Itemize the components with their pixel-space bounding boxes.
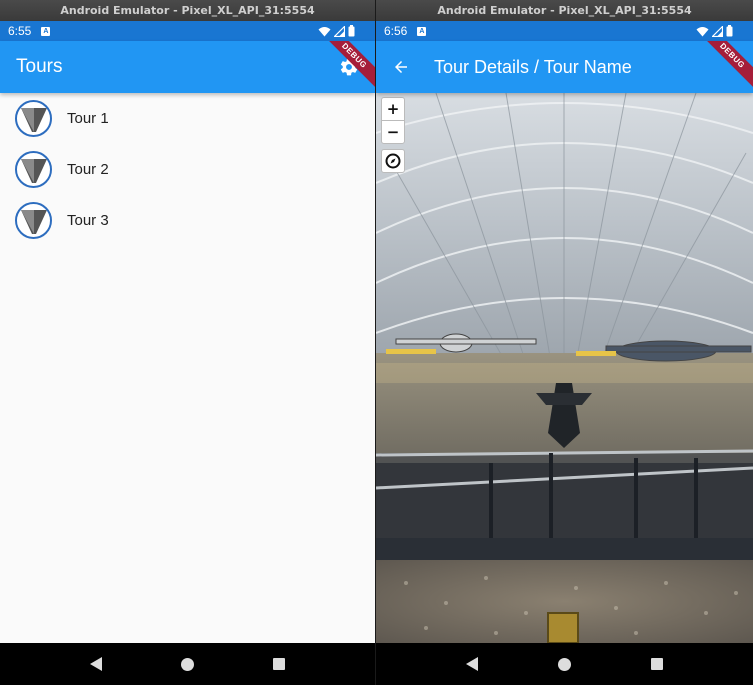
tour-avatar [15,202,52,239]
status-time: 6:55 [8,24,32,38]
status-icons [318,25,355,37]
tour-avatar [15,151,52,188]
list-item[interactable]: Tour 1 [0,93,375,144]
page-title: Tours [16,56,63,77]
v-logo-icon [18,205,49,236]
nav-recents-button[interactable] [271,656,287,672]
compass-icon [385,153,401,169]
v-logo-icon [18,103,49,134]
tour-label: Tour 1 [67,110,109,127]
square-recents-icon [273,658,286,670]
emulator-window-tour-details: Android Emulator - Pixel_XL_API_31:5554 … [376,0,753,685]
nav-home-button[interactable] [179,656,195,672]
status-bar: 6:56 A [376,21,753,41]
notification-icon: A [417,26,427,36]
circle-home-icon [180,657,194,671]
system-nav-bar [0,643,375,685]
battery-icon [726,25,733,37]
list-item[interactable]: Tour 2 [0,144,375,195]
nav-back-button[interactable] [464,656,480,672]
v-logo-icon [18,154,49,185]
square-recents-icon [650,658,663,670]
signal-icon [334,25,345,37]
status-bar: 6:55 A [0,21,375,41]
notification-icon: A [41,26,51,36]
compass-button[interactable] [381,149,405,173]
screenshot: Android Emulator - Pixel_XL_API_31:5554 … [0,0,753,685]
status-time: 6:56 [384,24,408,38]
signal-icon [712,25,723,37]
page-title: Tour Details / Tour Name [434,56,632,77]
status-icons [696,25,733,37]
battery-icon [348,25,355,37]
hangar-panorama-image [376,93,753,643]
list-item[interactable]: Tour 3 [0,195,375,246]
nav-recents-button[interactable] [649,656,665,672]
app-bar: Tour Details / Tour Name DEBUG [376,41,753,93]
nav-home-button[interactable] [556,656,572,672]
system-nav-bar [376,643,753,685]
window-title: Android Emulator - Pixel_XL_API_31:5554 [0,0,375,21]
emulator-window-tours: Android Emulator - Pixel_XL_API_31:5554 … [0,0,376,685]
tour-avatar [15,100,52,137]
nav-back-button[interactable] [88,656,104,672]
back-button[interactable] [392,58,410,76]
wifi-icon [318,26,331,36]
zoom-in-button[interactable]: + [381,97,405,121]
triangle-back-icon [89,657,102,671]
circle-home-icon [557,657,571,671]
wifi-icon [696,26,709,36]
arrow-back-icon [395,61,407,73]
tour-label: Tour 3 [67,212,109,229]
tour-label: Tour 2 [67,161,109,178]
app-bar: Tours DEBUG [0,41,375,93]
window-title: Android Emulator - Pixel_XL_API_31:5554 [376,0,753,21]
tour-list: Tour 1 Tour 2 Tour 3 [0,93,375,643]
debug-banner: DEBUG [695,41,753,93]
panorama-viewer[interactable]: + − [376,93,753,643]
zoom-out-button[interactable]: − [381,120,405,144]
triangle-back-icon [466,657,479,671]
